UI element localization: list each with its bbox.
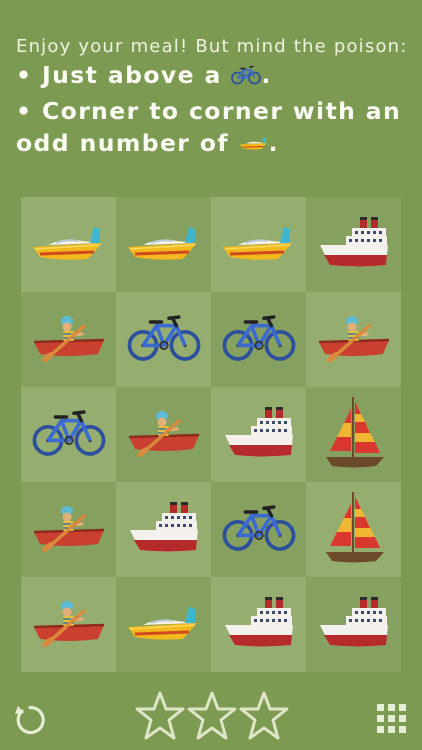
board-cell[interactable] [21, 387, 116, 482]
ship-icon [318, 595, 390, 655]
rowboat-icon [32, 314, 106, 366]
board-cell[interactable] [306, 387, 401, 482]
board-cell[interactable] [116, 197, 211, 292]
game-board [21, 197, 401, 672]
star-icon [239, 690, 289, 742]
sailboat-icon [322, 488, 386, 572]
intro-text: Enjoy your meal! But mind the poison: [16, 36, 408, 57]
rule-2: • Corner to corner with an odd number of… [16, 95, 412, 161]
board-cell[interactable] [21, 482, 116, 577]
bicycle-icon [222, 503, 296, 557]
board-cell[interactable] [306, 292, 401, 387]
bicycle-icon [32, 408, 106, 462]
rule-2-text: • Corner to corner with an odd number of [16, 96, 402, 157]
rowboat-icon [32, 599, 106, 651]
speedboat-icon [30, 221, 108, 269]
board-cell[interactable] [116, 387, 211, 482]
star-rating [135, 690, 290, 742]
rule-1-text: • Just above a [16, 61, 222, 89]
board-cell[interactable] [211, 482, 306, 577]
board-cell[interactable] [116, 292, 211, 387]
rowboat-icon [127, 409, 201, 461]
ship-icon [223, 595, 295, 655]
ship-icon [128, 500, 200, 560]
board-cell[interactable] [21, 577, 116, 672]
board-cell[interactable] [306, 482, 401, 577]
bicycle-icon [127, 313, 201, 367]
bicycle-icon [231, 61, 262, 93]
level-menu-button[interactable] [376, 703, 408, 735]
board-cell[interactable] [116, 482, 211, 577]
speedboat-icon [125, 601, 203, 649]
instructions: Enjoy your meal! But mind the poison: • … [16, 36, 412, 160]
bottom-bar [0, 680, 422, 750]
board-cell[interactable] [21, 292, 116, 387]
board-cell[interactable] [21, 197, 116, 292]
star-icon [187, 690, 237, 742]
speedboat-icon [125, 221, 203, 269]
rowboat-icon [32, 504, 106, 556]
board-cell[interactable] [211, 387, 306, 482]
rule-2-period: . [268, 128, 279, 157]
ship-icon [223, 405, 295, 465]
star-icon [135, 690, 185, 742]
restart-icon [15, 705, 45, 735]
speedboat-icon [220, 221, 298, 269]
board-cell[interactable] [306, 197, 401, 292]
sailboat-icon [322, 393, 386, 477]
board-cell[interactable] [211, 197, 306, 292]
board-cell[interactable] [306, 577, 401, 672]
board-cell[interactable] [116, 577, 211, 672]
bicycle-icon [222, 313, 296, 367]
restart-button[interactable] [12, 702, 48, 738]
speedboat-icon [239, 128, 269, 160]
board-cell[interactable] [211, 577, 306, 672]
grid-menu-icon [377, 704, 406, 733]
board-cell[interactable] [211, 292, 306, 387]
ship-icon [318, 215, 390, 275]
rule-1: • Just above a . [16, 59, 412, 93]
rule-1-period: . [261, 61, 272, 89]
rowboat-icon [317, 314, 391, 366]
